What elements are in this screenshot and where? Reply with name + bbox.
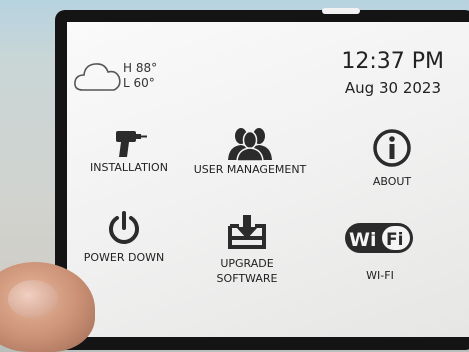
power-icon	[109, 211, 139, 244]
wifi-icon: Wi Fi	[345, 223, 413, 253]
user-management-label: USER MANAGEMENT	[193, 163, 307, 176]
power-down-label: POWER DOWN	[83, 251, 165, 264]
device-sensor-slot	[322, 8, 360, 14]
installation-button[interactable]: INSTALLATION	[79, 126, 179, 175]
wifi-label: WI-FI	[366, 269, 394, 282]
drill-icon	[116, 131, 147, 157]
weather-widget: H 88° L 60°	[73, 56, 163, 96]
user-management-button[interactable]: USER MANAGEMENT	[185, 126, 315, 177]
wifi-logo-right-text: Fi	[386, 230, 403, 250]
installation-label: INSTALLATION	[90, 161, 168, 174]
touch-screen: H 88° L 60° 12:37 PM Aug 30 2023 INSTALL…	[67, 22, 469, 337]
wifi-button[interactable]: Wi Fi WI-FI	[335, 222, 425, 283]
about-button[interactable]: ABOUT	[337, 128, 447, 189]
power-down-button[interactable]: POWER DOWN	[79, 210, 169, 265]
weather-low-temp: L 60°	[123, 76, 155, 90]
upgrade-software-label: UPGRADE SOFTWARE	[216, 257, 278, 285]
cloud-icon	[74, 63, 121, 91]
users-icon	[228, 128, 272, 162]
clock-date: Aug 30 2023	[344, 79, 441, 97]
clock-time: 12:37 PM	[341, 49, 444, 74]
fingernail	[8, 280, 58, 318]
weather-high-temp: H 88°	[123, 61, 158, 75]
download-icon	[228, 215, 266, 249]
upgrade-software-button[interactable]: UPGRADE SOFTWARE	[202, 214, 292, 286]
about-label: ABOUT	[372, 175, 412, 188]
info-icon	[373, 129, 411, 167]
wifi-logo-left-text: Wi	[349, 229, 376, 251]
